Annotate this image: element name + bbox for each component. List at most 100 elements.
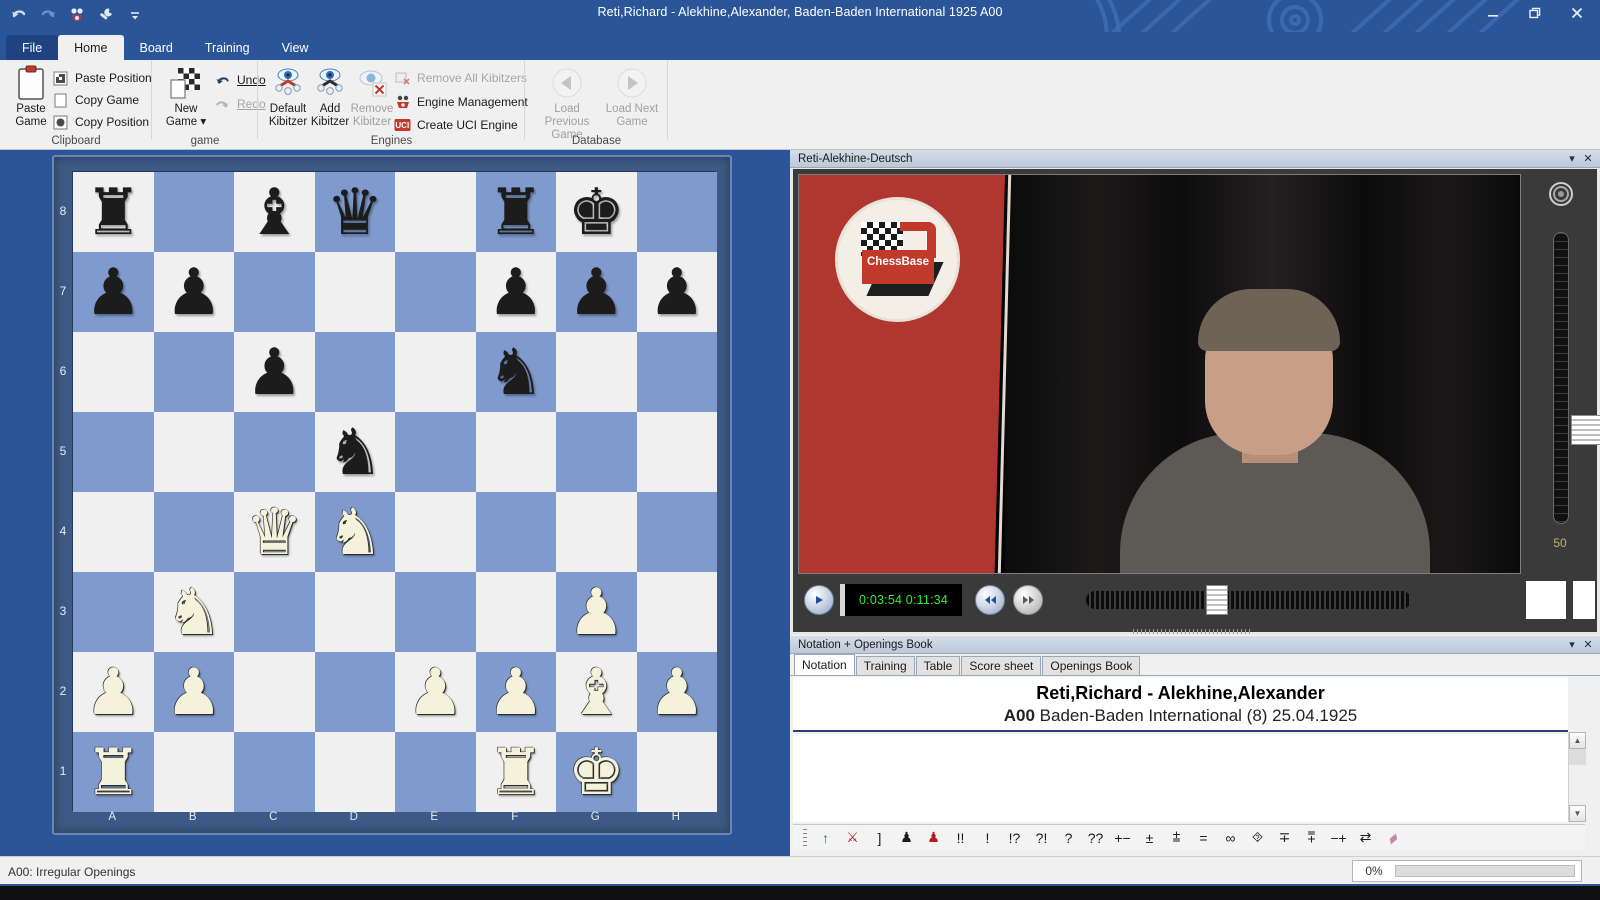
square-g5[interactable] [556,412,637,492]
close-button[interactable] [1564,3,1590,23]
dubious-move[interactable]: ?! [1028,826,1055,850]
white-rook-piece[interactable]: ♜ [487,740,544,804]
square-f2[interactable]: ♟ [476,652,557,732]
black-pawn-piece[interactable]: ♟ [487,260,544,324]
square-f8[interactable]: ♜ [476,172,557,252]
square-f4[interactable] [476,492,557,572]
white-winning[interactable]: +− [1109,826,1136,850]
tab-training[interactable]: Training [856,656,915,675]
square-g2[interactable]: ♝ [556,652,637,732]
square-f6[interactable]: ♞ [476,332,557,412]
tab-home[interactable]: Home [58,35,123,60]
square-e6[interactable] [395,332,476,412]
square-g6[interactable] [556,332,637,412]
square-d4[interactable]: ♞ [315,492,396,572]
video-panel-resize-grip[interactable] [1133,629,1253,634]
square-c4[interactable]: ♛ [234,492,315,572]
square-a8[interactable]: ♜ [73,172,154,252]
square-e1[interactable] [395,732,476,812]
copy-game-button[interactable]: Copy Game [52,89,139,111]
white-pawn-piece[interactable]: ♟ [648,660,705,724]
black-rook-piece[interactable]: ♜ [85,180,142,244]
tab-notation[interactable]: Notation [794,654,855,675]
square-a7[interactable]: ♟ [73,252,154,332]
tab-file[interactable]: File [6,35,58,60]
square-h6[interactable] [637,332,718,412]
good-move[interactable]: ! [974,826,1001,850]
square-a3[interactable] [73,572,154,652]
square-c7[interactable] [234,252,315,332]
black-clear-advantage[interactable]: ∓ [1271,826,1298,850]
scroll-thumb[interactable] [1569,749,1586,765]
equal-position[interactable]: = [1190,826,1217,850]
forward-button[interactable] [1013,585,1043,615]
white-clear-advantage[interactable]: ± [1136,826,1163,850]
engine-management-button[interactable]: Engine Management [394,91,528,113]
black-pawn-piece[interactable]: ♟ [246,340,303,404]
square-h7[interactable]: ♟ [637,252,718,332]
video-panel-close-icon[interactable]: ✕ [1580,151,1596,167]
black-pawn-piece[interactable]: ♟ [85,260,142,324]
square-f7[interactable]: ♟ [476,252,557,332]
black-knight-piece[interactable]: ♞ [326,420,383,484]
square-f3[interactable] [476,572,557,652]
square-h8[interactable] [637,172,718,252]
black-pawn-piece[interactable]: ♟ [165,260,222,324]
play-button[interactable] [804,585,834,615]
copy-position-button[interactable]: Copy Position [52,111,149,133]
paste-game-button[interactable]: Paste Game [3,63,59,129]
black-queen-piece[interactable]: ♛ [326,180,383,244]
notation-panel-collapse-icon[interactable]: ▾ [1564,637,1580,653]
minimize-button[interactable] [1480,3,1506,23]
square-e2[interactable]: ♟ [395,652,476,732]
white-bishop-piece[interactable]: ♝ [568,660,625,724]
chessboard-grid[interactable]: ♜♝♛♜♚♟♟♟♟♟♟♞♞♛♞♞♟♟♟♟♟♝♟♜♜♚ [72,171,716,811]
square-h3[interactable] [637,572,718,652]
square-g4[interactable] [556,492,637,572]
square-d8[interactable]: ♛ [315,172,396,252]
square-d1[interactable] [315,732,396,812]
square-h1[interactable] [637,732,718,812]
black-pawn-piece[interactable]: ♟ [648,260,705,324]
square-e8[interactable] [395,172,476,252]
interesting-move[interactable]: !? [1001,826,1028,850]
square-b3[interactable]: ♞ [154,572,235,652]
notation-moves-area[interactable] [793,734,1568,822]
white-rook-piece[interactable]: ♜ [85,740,142,804]
square-a4[interactable] [73,492,154,572]
square-b4[interactable] [154,492,235,572]
square-b1[interactable] [154,732,235,812]
square-d7[interactable] [315,252,396,332]
square-a5[interactable] [73,412,154,492]
square-g7[interactable]: ♟ [556,252,637,332]
square-c8[interactable]: ♝ [234,172,315,252]
blunder[interactable]: ?? [1082,826,1109,850]
tab-score-sheet[interactable]: Score sheet [961,656,1041,675]
mistake[interactable]: ? [1055,826,1082,850]
square-d6[interactable] [315,332,396,412]
black-rook-piece[interactable]: ♜ [487,180,544,244]
square-c2[interactable] [234,652,315,732]
square-e4[interactable] [395,492,476,572]
annotation-toolbar[interactable]: ↑⚔]♟♟!!!!??!???+−±⩲=∞⯑∓⩱−+⇄▰ [793,824,1585,850]
square-g8[interactable]: ♚ [556,172,637,252]
paste-position-button[interactable]: Paste Position [52,67,152,89]
tab-view[interactable]: View [266,35,325,60]
square-c5[interactable] [234,412,315,492]
square-g1[interactable]: ♚ [556,732,637,812]
tab-training[interactable]: Training [189,35,266,60]
square-f1[interactable]: ♜ [476,732,557,812]
square-f5[interactable] [476,412,557,492]
square-e3[interactable] [395,572,476,652]
black-winning[interactable]: −+ [1325,826,1352,850]
compensation[interactable]: ⯑ [1244,826,1271,850]
white-knight-piece[interactable]: ♞ [326,500,383,564]
square-d5[interactable]: ♞ [315,412,396,492]
video-stage[interactable]: ChessBase [798,174,1521,574]
black-king-piece[interactable]: ♚ [568,180,625,244]
speaker-icon[interactable] [1546,180,1576,208]
square-d3[interactable] [315,572,396,652]
ribbon-tab-strip[interactable]: File Home Board Training View [0,32,1600,60]
square-h4[interactable] [637,492,718,572]
bracket[interactable]: ] [866,826,893,850]
